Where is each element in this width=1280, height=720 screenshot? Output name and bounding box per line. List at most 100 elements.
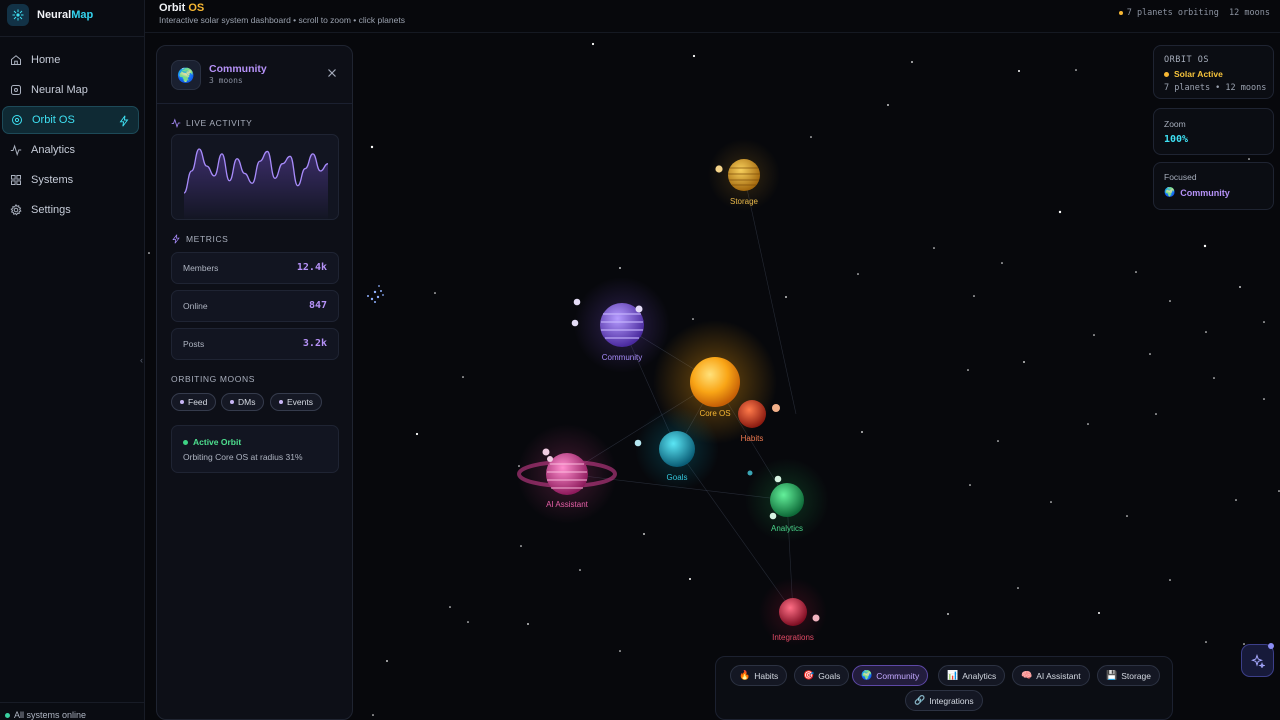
metrics-heading: METRICS xyxy=(171,234,228,244)
sidebar-item-analytics[interactable]: Analytics xyxy=(2,136,139,164)
dock-chip-community[interactable]: 🌍 Community xyxy=(852,665,929,686)
dock-chip-storage[interactable]: 💾 Storage xyxy=(1097,665,1160,686)
logo-icon xyxy=(7,4,29,26)
sidebar-item-neural-map[interactable]: Neural Map xyxy=(2,76,139,104)
gear-icon xyxy=(10,204,22,216)
chart-icon: 📊 xyxy=(947,670,959,680)
bolt-icon xyxy=(172,234,180,244)
activity-icon xyxy=(10,144,22,156)
planet-label-habits: Habits xyxy=(741,434,764,443)
metric-value: 3.2k xyxy=(302,338,327,349)
dock-chip-integrations[interactable]: 🔗 Integrations xyxy=(905,690,983,711)
sparkline xyxy=(183,148,329,219)
sun-dot-icon xyxy=(1118,11,1123,15)
dock-chip-habits[interactable]: 🔥 Habits xyxy=(730,665,788,686)
sidebar-item-label: Settings xyxy=(31,204,71,216)
live-activity-chart xyxy=(171,134,339,220)
globe-icon: 🌍 xyxy=(861,670,873,680)
planet-label-storage: Storage xyxy=(730,197,759,206)
dock-chip-goals[interactable]: 🎯 Goals xyxy=(794,665,850,686)
sparkles-icon xyxy=(1250,653,1265,668)
satellite-icon xyxy=(367,285,384,303)
zoom-label: Zoom xyxy=(1164,119,1186,129)
metric-label: Online xyxy=(183,301,208,311)
page-subtitle: Interactive solar system dashboard • scr… xyxy=(159,15,405,25)
orbit-status-card: Active Orbit Orbiting Core OS at radius … xyxy=(171,425,339,473)
metric-value: 847 xyxy=(308,300,327,311)
sidebar-item-label: Orbit OS xyxy=(32,114,75,126)
metric-online: Online 847 xyxy=(171,290,339,322)
orbit-summary-text: 7 planets orbiting 12 moons xyxy=(1126,8,1270,18)
planet-label-core-os: Core OS xyxy=(699,409,730,418)
system-counts: 7 planets • 12 moons xyxy=(1164,83,1267,93)
page-title: Orbit OS xyxy=(159,2,205,14)
sidebar-item-label: Analytics xyxy=(31,144,76,156)
dock-chip-analytics[interactable]: 📊 Analytics xyxy=(938,665,1006,686)
planet-label-goals: Goals xyxy=(667,473,688,482)
system-info-card: ORBIT OS Solar Active 7 planets • 12 moo… xyxy=(1153,45,1274,99)
focused-label: Focused xyxy=(1164,172,1197,182)
app-logo[interactable]: NeuralMap xyxy=(7,3,93,27)
panel-title: Community xyxy=(209,63,267,75)
orbit-status-text: Orbiting Core OS at radius 31% xyxy=(183,452,303,462)
system-status: All systems online xyxy=(5,710,86,720)
planet-label-integrations: Integrations xyxy=(772,633,814,642)
panel-moon-count: 3 moons xyxy=(209,76,243,85)
orbiting-moons-heading: ORBITING MOONS xyxy=(171,374,255,384)
sidebar-item-orbit-os[interactable]: Orbit OS xyxy=(2,106,139,134)
metric-value: 12.4k xyxy=(296,262,327,273)
activity-icon xyxy=(171,118,181,128)
metric-members: Members 12.4k xyxy=(171,252,339,284)
status-dot xyxy=(183,439,188,445)
ai-assistant-button[interactable] xyxy=(1241,643,1274,677)
panel-header: 🌍 Community 3 moons xyxy=(157,46,352,104)
zoom-value: 100% xyxy=(1164,134,1189,145)
planet-habits[interactable]: Habits xyxy=(738,400,780,443)
metric-label: Members xyxy=(183,263,219,273)
dock-chip-ai-assistant[interactable]: 🧠 AI Assistant xyxy=(1012,665,1090,686)
disk-icon: 💾 xyxy=(1106,670,1118,680)
system-title: ORBIT OS xyxy=(1164,55,1209,65)
orbit-summary: 7 planets orbiting 12 moons xyxy=(1118,8,1270,18)
sidebar-item-systems[interactable]: Systems xyxy=(2,166,139,194)
metric-label: Posts xyxy=(183,339,205,349)
sidebar: NeuralMap Home Neural Map Orbit OS Analy… xyxy=(0,0,145,720)
close-icon[interactable] xyxy=(326,67,338,79)
app-name: NeuralMap xyxy=(37,9,94,21)
status-dot xyxy=(1164,71,1169,77)
link-icon: 🔗 xyxy=(914,695,926,705)
planet-label-ai-assistant: AI Assistant xyxy=(546,500,589,509)
top-bar: Orbit OS Interactive solar system dashbo… xyxy=(145,0,1280,33)
focused-card: Focused 🌍 Community xyxy=(1153,162,1274,210)
sidebar-item-label: Systems xyxy=(31,174,74,186)
focused-value[interactable]: 🌍 Community xyxy=(1164,187,1230,198)
notification-dot xyxy=(1268,643,1274,649)
sidebar-divider xyxy=(0,36,144,37)
zoom-card: Zoom 100% xyxy=(1153,108,1274,155)
live-activity-heading: LIVE ACTIVITY xyxy=(171,118,252,128)
system-status-text: All systems online xyxy=(14,710,87,720)
planet-label-community: Community xyxy=(602,353,642,362)
brain-icon: 🧠 xyxy=(1021,670,1033,680)
sidebar-item-settings[interactable]: Settings xyxy=(2,196,139,224)
home-icon xyxy=(11,55,21,65)
network-icon xyxy=(11,85,21,95)
moon-chip-dms[interactable]: DMs xyxy=(221,393,265,411)
sidebar-nav: Home Neural Map Orbit OS Analytics Syste… xyxy=(2,46,139,226)
moon-chip-feed[interactable]: Feed xyxy=(171,393,217,411)
planet-detail-panel: 🌍 Community 3 moons LIVE ACTIVITY METRIC… xyxy=(156,45,353,720)
sidebar-item-label: Neural Map xyxy=(31,84,88,96)
planet-dock: 🔥 Habits 🎯 Goals 🌍 Community 📊 Analytics 🧠 AI… xyxy=(715,656,1173,720)
sparkline-area xyxy=(184,149,328,219)
metric-posts: Posts 3.2k xyxy=(171,328,339,360)
grid-icon xyxy=(11,175,21,185)
system-status: Solar Active xyxy=(1164,69,1223,79)
planet-label-analytics: Analytics xyxy=(771,524,803,533)
sidebar-item-label: Home xyxy=(31,54,61,66)
sidebar-item-home[interactable]: Home xyxy=(2,46,139,74)
fire-icon: 🔥 xyxy=(739,670,751,680)
moon-chip-events[interactable]: Events xyxy=(270,393,322,411)
globe-icon: 🌍 xyxy=(171,60,201,90)
status-dot xyxy=(5,712,10,718)
target-icon: 🎯 xyxy=(803,670,815,680)
